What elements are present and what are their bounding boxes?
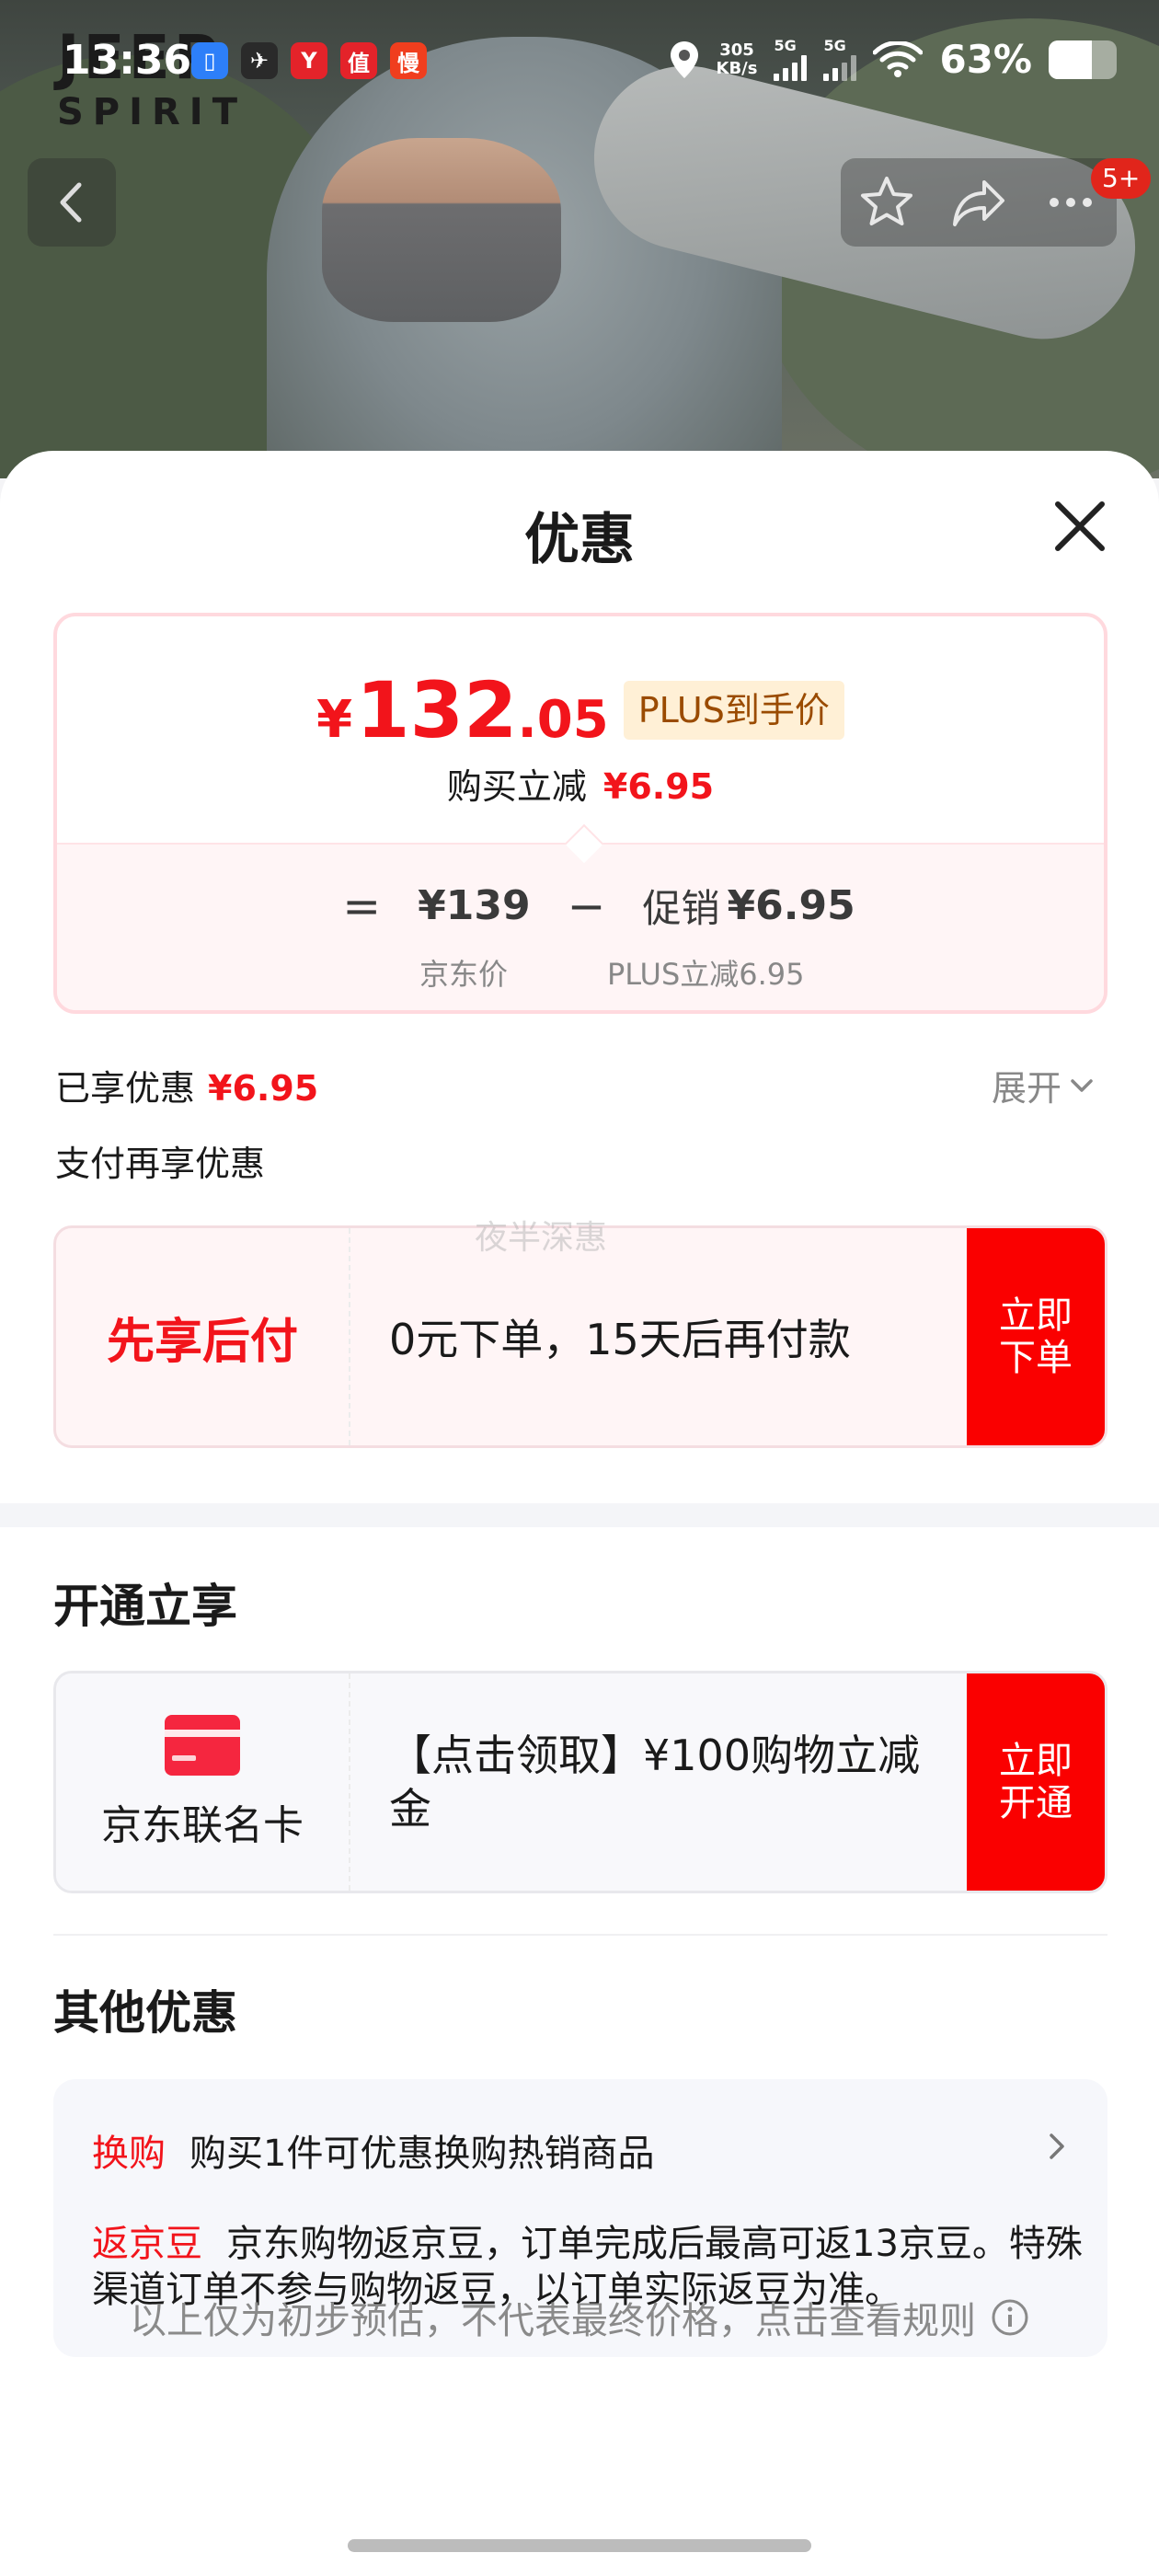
battery-level-fill [1049,40,1092,79]
cobrand-card-label: 京东联名卡 [101,1802,304,1849]
info-icon [992,2299,1028,2336]
signal-sim2-label: 5G [823,36,846,54]
watermark: 夜半深惠 [475,1219,608,1257]
close-icon[interactable] [1047,493,1113,559]
location-icon [670,40,698,78]
instant-reduction-amount: ¥6.95 [602,766,715,807]
app-icon-5: 慢 [390,42,427,79]
app-icon-3: Y [291,42,327,79]
status-time: 13:36 [63,37,192,84]
network-speed-unit: KB/s [716,58,758,78]
photo-model-face [322,138,561,322]
section-divider-line [53,1934,1107,1936]
price-formula-area: = ¥139 − 促销 ¥6.95 京东价 PLUS立减6.95 [57,843,1104,1010]
enjoyed-discount-label: 已享优惠 [55,1068,196,1109]
signal-sim1-label: 5G [774,36,797,54]
cobrand-card-name: 京东联名卡 [56,1673,350,1891]
order-now-label: 立即下单 [999,1294,1073,1379]
instant-reduction: 购买立减 ¥6.95 [57,758,1104,809]
network-speed: 305 KB/s [716,40,758,78]
network-speed-value: 305 [719,40,754,60]
notification-app-icons: ▯ ✈ Y 值慢 [191,42,427,79]
order-now-button[interactable]: 立即下单 [967,1228,1105,1445]
battery-icon [1049,40,1117,79]
final-price: ¥ 132 .05 [316,664,609,756]
jd-price-label: 京东价 [419,957,509,992]
other-section-title: 其他优惠 [53,1986,237,2040]
cobrand-card-offer[interactable]: 京东联名卡 【点击领取】¥100购物立减金 立即开通 [53,1671,1107,1893]
instant-reduction-label: 购买立减 [446,766,587,807]
wifi-icon [873,40,924,77]
final-price-area: ¥ 132 .05 PLUS到手价 购买立减 ¥6.95 [57,616,1104,843]
pay-more-heading: 支付再享优惠 [55,1144,266,1184]
open-section-title: 开通立享 [53,1580,237,1633]
app-icon-2: ✈ [241,42,278,79]
expand-label: 展开 [992,1068,1062,1109]
status-indicators: 305 KB/s 5G 5G 63% [669,36,1117,82]
price-rules-link[interactable]: 以上仅为初步预估，不代表最终价格，点击查看规则 [0,2291,1159,2344]
credit-card-icon [165,1715,240,1776]
price-breakdown-card: ¥ 132 .05 PLUS到手价 购买立减 ¥6.95 = ¥139 − 促销 … [53,613,1107,1014]
pay-later-name: 先享后付 [56,1228,350,1445]
app-icon-1: ▯ [191,42,228,79]
sheet-title: 优惠 [524,508,635,572]
chevron-down-icon [1071,1078,1093,1092]
pay-later-desc: 0元下单，15天后再付款 [389,1315,851,1364]
status-bar: 13:36 ▯ ✈ Y 值慢 305 KB/s 5G 5G 63% [0,0,1159,129]
price-formula: = ¥139 − 促销 ¥6.95 [57,878,1104,934]
top-action-bar [841,158,1117,247]
share-icon[interactable] [949,173,1008,232]
chevron-left-icon [60,182,82,223]
chevron-right-icon[interactable] [1045,2131,1069,2162]
pay-later-title: 先享后付 [106,1314,298,1370]
battery-percent: 63% [939,37,1032,82]
discount-sheet: 优惠 ¥ 132 .05 PLUS到手价 购买立减 ¥6.95 = ¥139 − [0,451,1159,2576]
message-count-badge: 5+ [1091,158,1152,199]
section-divider [0,1503,1159,1527]
signal-bars-icon [774,53,808,81]
signal-sim2: 5G [823,36,857,81]
cobrand-card-desc: 【点击领取】¥100购物立减金 [389,1731,921,1834]
promo-label: 促销 [642,886,720,931]
final-price-currency: ¥ [316,690,353,750]
plus-price-tag: PLUS到手价 [623,681,844,740]
open-now-label: 立即开通 [999,1740,1073,1824]
app-icon-4: 值 [340,42,377,79]
enjoyed-discount: 已享优惠 ¥6.95 [55,1060,318,1110]
home-indicator[interactable] [348,2539,811,2552]
promo-sub-label: PLUS立减6.95 [607,957,805,992]
trade-in-tag: 换购 [92,2133,166,2175]
final-price-integer: 132 [356,665,518,755]
open-now-button[interactable]: 立即开通 [967,1673,1105,1891]
signal-sim1: 5G [774,36,808,81]
jd-price-value: ¥139 [418,882,531,929]
trade-in-text: 购买1件可优惠换购热销商品 [189,2133,655,2175]
enjoyed-discount-amount: ¥6.95 [208,1068,319,1109]
equals-sign: = [342,879,382,933]
minus-sign: − [567,879,606,933]
signal-bars-icon [823,53,857,81]
pay-later-offer[interactable]: 先享后付 0元下单，15天后再付款 立即下单 [53,1225,1107,1448]
expand-toggle[interactable]: 展开 [992,1060,1095,1110]
back-button[interactable] [28,158,116,247]
final-price-line: ¥ 132 .05 PLUS到手价 [57,664,1104,756]
trade-in-offer[interactable]: 换购 购买1件可优惠换购热销商品 [92,2123,654,2177]
final-price-decimal: .05 [517,690,609,750]
jd-bean-tag: 返京豆 [92,2223,202,2265]
promo-amount: ¥6.95 [727,882,855,929]
price-rules-text: 以上仅为初步预估，不代表最终价格，点击查看规则 [130,2300,976,2342]
star-icon[interactable] [857,173,916,232]
